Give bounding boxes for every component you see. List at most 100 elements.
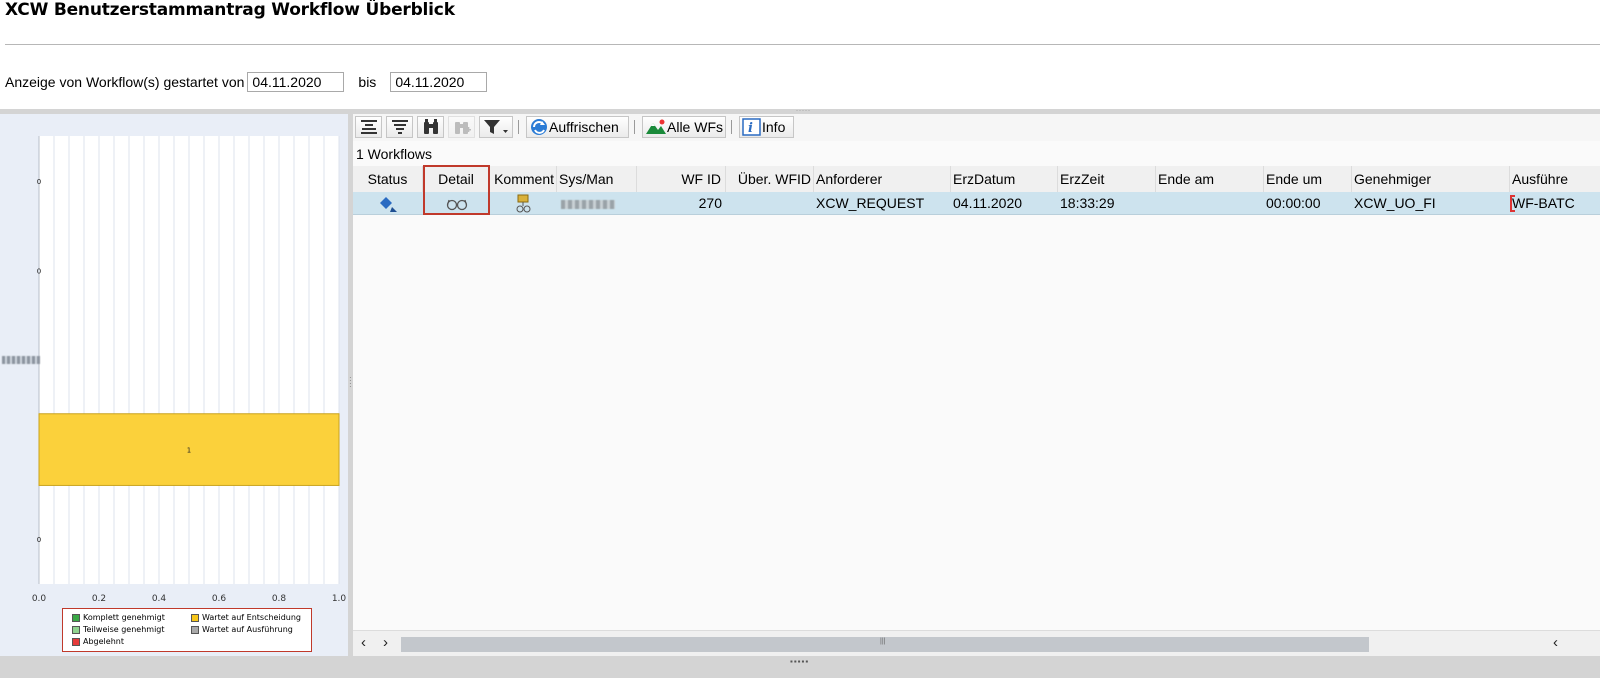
redacted-value: [561, 199, 615, 209]
workflow-diamond-icon: [380, 197, 397, 213]
align-top-icon: [360, 120, 377, 134]
find-button[interactable]: [417, 116, 444, 138]
align-top-button[interactable]: [355, 116, 382, 138]
x-tick-label: 1.0: [332, 594, 347, 604]
toolbar-separator: [731, 120, 732, 134]
info-button[interactable]: i Info: [739, 116, 794, 138]
bottom-grip-icon: ▪▪▪▪▪: [790, 657, 810, 666]
ende-am-cell: [1156, 192, 1264, 214]
toolbar-separator: [634, 120, 635, 134]
legend-label: Wartet auf Ausführung: [202, 625, 293, 634]
legend-label: Komplett genehmigt: [83, 613, 165, 622]
page-title: XCW Benutzerstammantrag Workflow Überbli…: [5, 0, 455, 20]
x-tick-label: 0.8: [272, 594, 287, 604]
title-divider: [5, 44, 1600, 45]
status-bar-chart: 0 0 1 0 0.0 0.2 0.4 0.6 0.8 1.0: [32, 136, 347, 604]
grid-header: Status Detail Komment Sys/Man WF ID Über…: [353, 166, 1600, 193]
column-header[interactable]: Sys/Man: [557, 166, 637, 192]
ausfuehrer-cell: WF-BATC: [1512, 195, 1575, 211]
align-center-button[interactable]: [386, 116, 413, 138]
column-header[interactable]: Ausführe: [1510, 166, 1600, 192]
category-label-redacted: [2, 356, 40, 364]
svg-text:i: i: [748, 121, 753, 136]
legend-swatch: [191, 613, 199, 622]
x-tick-label: 0.4: [152, 594, 167, 604]
all-wfs-button[interactable]: Alle WFs: [642, 116, 726, 138]
wf-id-cell: 270: [698, 195, 722, 211]
table-row[interactable]: 270 XCW_REQUEST 04.11.2020 18:33:29 00:0…: [353, 192, 1600, 215]
comment-tag-icon: [516, 194, 531, 213]
refresh-icon: [531, 119, 547, 135]
erzzeit-cell: 18:33:29: [1060, 195, 1115, 211]
vertical-grip-icon: · · · ·: [349, 373, 352, 391]
column-header[interactable]: WF ID: [637, 166, 726, 192]
x-tick-label: 0.0: [32, 594, 47, 604]
legend-swatch: [191, 625, 199, 634]
ende-um-cell: 00:00:00: [1266, 195, 1321, 211]
date-from-input[interactable]: [247, 72, 345, 92]
status-cell[interactable]: [353, 192, 423, 214]
legend-label: Teilweise genehmigt: [83, 625, 165, 634]
detail-column-highlight: [423, 165, 490, 215]
legend-item: Wartet auf Ausführung: [191, 625, 293, 634]
find-next-button[interactable]: [448, 116, 475, 138]
column-header[interactable]: Ende am: [1156, 166, 1264, 192]
info-icon: i: [742, 118, 761, 136]
data-label: 0: [37, 267, 41, 275]
legend-item: Abgelehnt: [72, 637, 124, 646]
column-header[interactable]: ErzZeit: [1058, 166, 1156, 192]
funnel-dropdown-icon: [484, 120, 508, 134]
legend-swatch: [72, 637, 80, 646]
workflow-count: 1 Workflows: [356, 146, 432, 162]
data-label: 1: [187, 447, 191, 455]
binoculars-plus-icon: [454, 122, 471, 134]
refresh-button[interactable]: Auffrischen: [526, 116, 629, 138]
column-header[interactable]: Ende um: [1264, 166, 1352, 192]
column-header[interactable]: ErzDatum: [951, 166, 1058, 192]
column-header[interactable]: Status: [353, 166, 423, 192]
scroll-left-icon[interactable]: ‹: [361, 634, 366, 651]
column-header[interactable]: Genehmiger: [1352, 166, 1510, 192]
binoculars-icon: [423, 119, 438, 134]
scroll-right-icon[interactable]: ›: [383, 634, 388, 651]
workflow-list-pane: Auffrischen Alle WFs i Info 1 Workflows …: [353, 114, 1600, 656]
column-header[interactable]: Komment: [490, 166, 557, 192]
legend-label: Abgelehnt: [83, 637, 124, 646]
legend-item: Komplett genehmigt: [72, 613, 165, 622]
legend-swatch: [72, 625, 80, 634]
comment-cell[interactable]: [490, 192, 557, 214]
horizontal-scrollbar[interactable]: ‹ › ||| ‹: [353, 630, 1600, 656]
legend-label: Wartet auf Entscheidung: [202, 613, 301, 622]
x-tick-label: 0.2: [92, 594, 106, 604]
filter-to-label: bis: [358, 74, 377, 90]
x-tick-label: 0.6: [212, 594, 227, 604]
status-chart-pane: 0 0 1 0 0.0 0.2 0.4 0.6 0.8 1.0 Komplett genehmig…: [0, 114, 348, 656]
filter-from-label: Anzeige von Workflow(s) gestartet von: [5, 74, 245, 90]
legend-swatch: [72, 613, 80, 622]
alv-toolbar: Auffrischen Alle WFs i Info: [353, 114, 1600, 141]
filter-button[interactable]: [479, 116, 513, 138]
ueber-wfid-cell: [726, 192, 814, 214]
data-label: 0: [37, 536, 41, 544]
anforderer-cell: XCW_REQUEST: [816, 195, 925, 211]
column-header[interactable]: Über. WFID: [726, 166, 814, 192]
toolbar-separator: [518, 120, 519, 134]
filter-lines-icon: [391, 120, 408, 134]
legend-item: Teilweise genehmigt: [72, 625, 165, 634]
info-label: Info: [762, 119, 786, 135]
all-wfs-label: Alle WFs: [667, 119, 723, 135]
sys-man-cell: [557, 192, 637, 214]
mountains-icon: [646, 119, 666, 134]
data-label: 0: [37, 178, 41, 186]
column-cut-marker: [1510, 195, 1515, 212]
erzdatum-cell: 04.11.2020: [953, 195, 1023, 211]
date-filter: Anzeige von Workflow(s) gestartet von bi…: [5, 72, 488, 92]
date-to-input[interactable]: [390, 72, 488, 92]
thumb-grip-icon: |||: [880, 638, 886, 645]
scroll-left-icon[interactable]: ‹: [1553, 634, 1558, 651]
legend-item: Wartet auf Entscheidung: [191, 613, 301, 622]
chart-legend: Komplett genehmigt Wartet auf Entscheidu…: [62, 608, 312, 652]
refresh-label: Auffrischen: [549, 119, 619, 135]
column-header[interactable]: Anforderer: [814, 166, 951, 192]
genehmiger-cell: XCW_UO_FI: [1354, 195, 1436, 211]
